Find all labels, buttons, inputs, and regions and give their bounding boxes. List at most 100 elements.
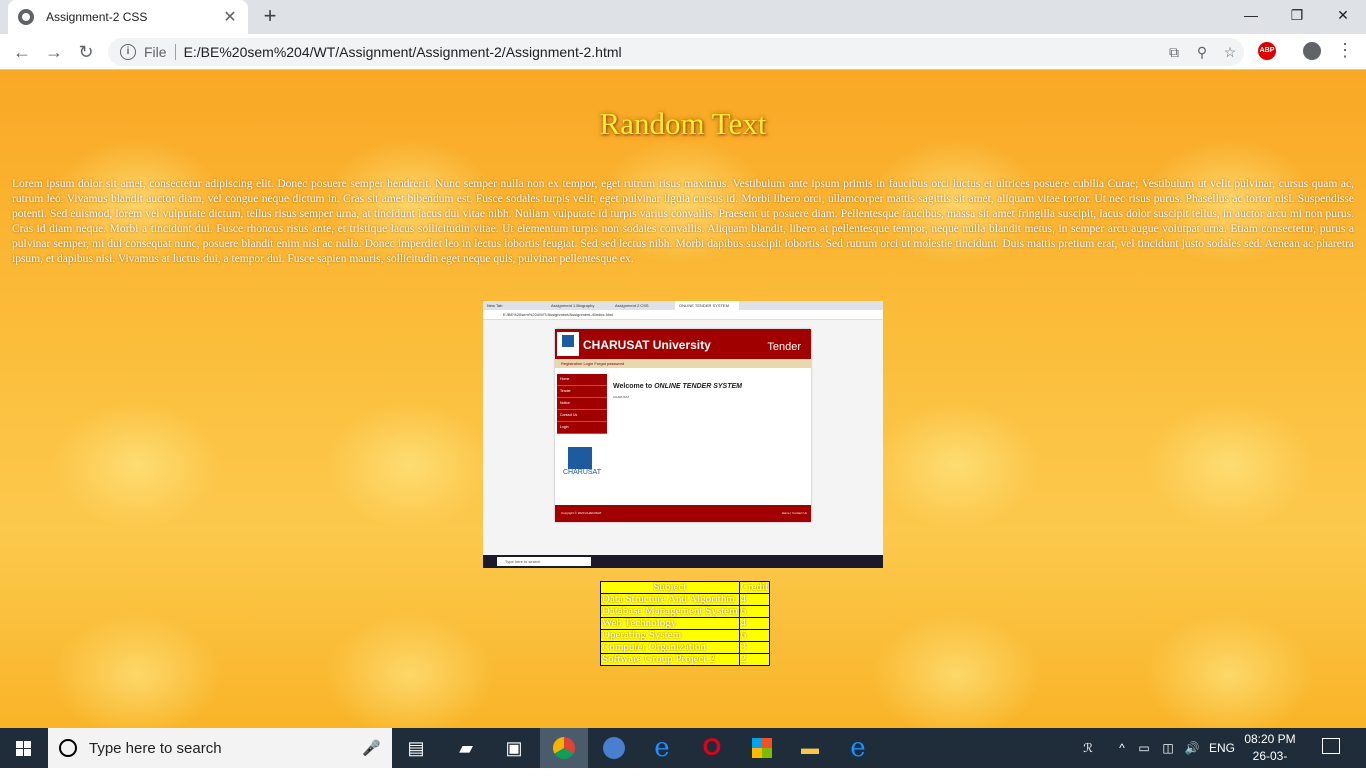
welcome-subtext: CHARUSAT — [613, 395, 630, 399]
chrome-icon[interactable] — [540, 728, 588, 768]
site-header: CHARUSAT University Tender — [555, 329, 811, 359]
windows-logo-icon — [16, 741, 32, 756]
table-row: Software Group Project 22 — [600, 653, 771, 666]
footer-copyright: Copyright © 2020 CHARUSAT — [561, 511, 602, 515]
header-credit: Credit — [738, 581, 771, 594]
translate-icon[interactable]: ⧉ — [1160, 44, 1188, 61]
header-subject: Subject — [600, 581, 740, 594]
url-text[interactable]: E:/BE%20sem%204/WT/Assignment/Assignment… — [184, 44, 1160, 60]
site-nav-item: Contact Us — [557, 410, 607, 422]
credit-cell: 6 — [738, 629, 771, 642]
clock-time: 08:20 PM — [1244, 732, 1296, 746]
people-icon[interactable]: ℛ — [1076, 728, 1100, 768]
reload-button[interactable]: ↻ — [74, 40, 98, 64]
office-app-icon[interactable] — [738, 728, 786, 768]
tab-assignment-2[interactable]: Assignment-2 CSS ✕ — [8, 0, 248, 34]
credit-cell: 3 — [738, 641, 771, 654]
edge-icon[interactable]: e — [834, 728, 882, 768]
site-footer: Copyright © 2020 CHARUSAT Home | Contact… — [555, 505, 811, 522]
screenshot-tab: ONLINE TENDER SYSTEM — [675, 301, 739, 310]
subject-cell: Web Technology — [600, 617, 740, 630]
internet-explorer-icon[interactable]: e — [638, 728, 686, 768]
subject-cell: Computer Organization — [600, 641, 740, 654]
screenshot-tab: Assignment 1 Biography — [551, 303, 595, 308]
table-row: Data Structure And Algorithm 4 — [600, 593, 771, 606]
language-indicator[interactable]: ENG — [1206, 728, 1238, 768]
site-name: CHARUSAT University — [583, 338, 711, 352]
tab-strip: Assignment-2 CSS ✕ + — ❐ ✕ — [0, 0, 1366, 34]
charusat-emblem-icon — [568, 447, 592, 469]
subject-cell: Software Group Project 2 — [600, 653, 740, 666]
action-center-icon[interactable] — [1322, 738, 1340, 754]
windows-taskbar: Type here to search 🎤 ▤ ▰ ▣ e O ▬ e ℛ ^ … — [0, 728, 1366, 780]
screenshot-tab: New Tab — [487, 303, 503, 308]
table-row: Web Technology 4 — [600, 617, 771, 630]
task-view-icon[interactable]: ▤ — [392, 728, 440, 768]
screenshot-tabs: New Tab Assignment 1 Biography Assignment … — [483, 301, 883, 310]
start-button[interactable] — [0, 728, 48, 768]
screenshot-tab: Assignment 2 CSS — [615, 303, 649, 308]
new-tab-button[interactable]: + — [258, 4, 282, 28]
adblock-icon[interactable]: ABP — [1258, 42, 1276, 60]
lorem-paragraph: Lorem ipsum dolor sit amet, consectetur … — [12, 178, 1354, 265]
welcome-text: Welcome to ONLINE TENDER SYSTEM — [613, 383, 743, 390]
browser-toolbar: ← → ↻ i File E:/BE%20sem%204/WT/Assignme… — [0, 34, 1366, 70]
scheme-label: File — [144, 44, 167, 60]
site-nav-item: Home — [557, 374, 607, 386]
bookmark-star-icon[interactable]: ☆ — [1216, 44, 1244, 61]
store-icon[interactable]: ▣ — [490, 728, 538, 768]
clock-date: 26-03-2020 — [1252, 749, 1288, 780]
forward-button[interactable]: → — [42, 40, 66, 64]
subject-cell: Database Management System — [600, 605, 740, 618]
page-heading: Random Text — [599, 106, 767, 141]
site-menu: Registration Login Forgot password — [555, 359, 811, 368]
site-nav-item: Login — [557, 422, 607, 434]
globe-icon — [18, 9, 34, 25]
site-section: Tender — [767, 341, 801, 353]
info-icon[interactable]: i — [120, 44, 136, 60]
charusat-site: CHARUSAT University Tender Registration … — [555, 329, 811, 522]
embedded-screenshot: New Tab Assignment 1 Biography Assignment … — [483, 301, 883, 568]
close-window-button[interactable]: ✕ — [1320, 0, 1366, 30]
subjects-table: Subject Credit Data Structure And Algori… — [600, 581, 771, 666]
minimize-button[interactable]: — — [1228, 0, 1274, 30]
table-row: Database Management System 6 — [600, 605, 771, 618]
taskbar-clock[interactable]: 08:20 PM 26-03-2020 — [1240, 731, 1300, 782]
explorer-app-icon[interactable]: ▰ — [442, 728, 490, 768]
file-explorer-icon[interactable]: ▬ — [786, 728, 834, 768]
credit-cell: 6 — [738, 605, 771, 618]
screenshot-taskbar-search: Type here to search — [497, 557, 591, 566]
volume-icon[interactable]: 🔊 — [1182, 728, 1202, 768]
screenshot-url: E:/BE%20sem%204/WT/Assignment/Assignment… — [483, 310, 883, 320]
logo-text: CHARUSAT — [563, 469, 601, 476]
tab-title: Assignment-2 CSS — [46, 10, 148, 24]
show-hidden-icons-chevron[interactable]: ^ — [1112, 728, 1132, 768]
footer-links: Home | Contact Us — [781, 511, 807, 515]
network-icon[interactable]: ▭ — [1134, 728, 1154, 768]
account-icon[interactable] — [1303, 42, 1321, 60]
opera-icon[interactable]: O — [688, 728, 736, 768]
table-header-row: Subject Credit — [600, 581, 771, 594]
credit-cell: 4 — [738, 593, 771, 606]
zoom-icon[interactable]: ⚲ — [1188, 44, 1216, 61]
back-button[interactable]: ← — [10, 40, 34, 64]
credit-cell: 2 — [738, 653, 771, 666]
chrome-canary-icon[interactable] — [590, 728, 638, 768]
table-row: Computer Organization 3 — [600, 641, 771, 654]
browser-chrome: Assignment-2 CSS ✕ + — ❐ ✕ ← → ↻ i File … — [0, 0, 1366, 70]
site-nav-item: Notice — [557, 398, 607, 410]
taskbar-search-placeholder: Type here to search — [89, 739, 222, 757]
site-nav-item: Tender — [557, 386, 607, 398]
site-nav: Home Tender Notice Contact Us Login — [557, 374, 607, 434]
table-row: Operating System 6 — [600, 629, 771, 642]
subject-cell: Data Structure And Algorithm — [600, 593, 740, 606]
wifi-icon[interactable]: ◫ — [1158, 728, 1178, 768]
credit-cell: 4 — [738, 617, 771, 630]
charusat-logo-large: CHARUSAT — [563, 447, 601, 487]
taskbar-search-box[interactable]: Type here to search 🎤 — [48, 728, 392, 768]
address-bar[interactable]: i File E:/BE%20sem%204/WT/Assignment/Ass… — [108, 38, 1244, 66]
browser-menu-icon[interactable]: ⋮ — [1336, 40, 1354, 61]
tab-close-icon[interactable]: ✕ — [222, 7, 238, 27]
restore-button[interactable]: ❐ — [1274, 0, 1320, 30]
microphone-icon[interactable]: 🎤 — [362, 739, 392, 757]
